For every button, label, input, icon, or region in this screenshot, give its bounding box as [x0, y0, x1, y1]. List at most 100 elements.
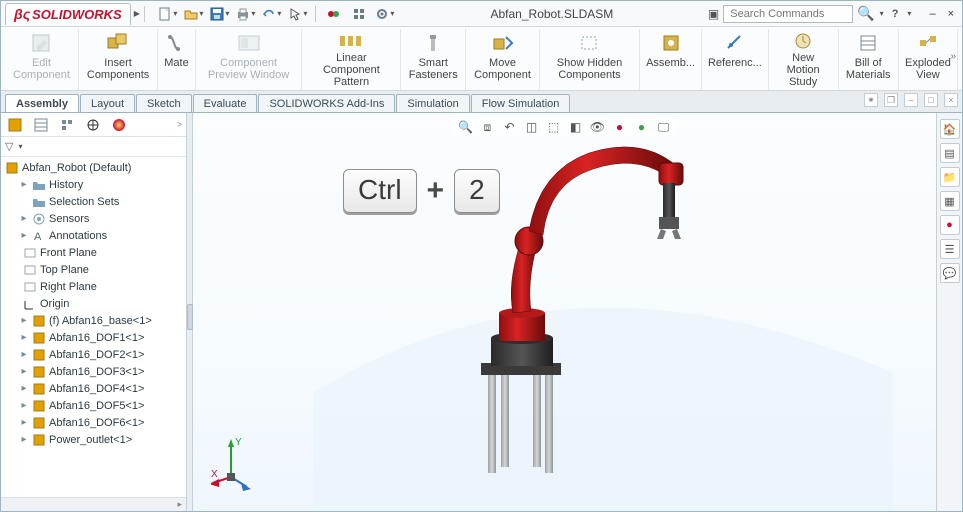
mate-button[interactable]: Mate — [158, 29, 195, 90]
insert-components-button[interactable]: Insert Components — [79, 29, 158, 90]
taskpane-forum-icon[interactable]: 💬 — [940, 263, 960, 283]
select-button[interactable]: ▾ — [287, 4, 309, 24]
component-preview-label: Component Preview Window — [204, 57, 294, 81]
tree-filter-row[interactable]: ▽▾ — [1, 137, 186, 157]
taskpane-library-icon[interactable]: 📁 — [940, 167, 960, 187]
tree-tab-config-icon[interactable] — [57, 116, 77, 134]
taskpane-resources-icon[interactable]: ▤ — [940, 143, 960, 163]
tab-layout[interactable]: Layout — [80, 94, 135, 112]
minimize-button[interactable]: – — [925, 8, 939, 20]
edit-component-label: Edit Component — [13, 57, 70, 81]
tab-addins[interactable]: SOLIDWORKS Add-Ins — [258, 94, 395, 112]
undo-button[interactable]: ▾ — [261, 4, 283, 24]
tree-top-plane[interactable]: Top Plane — [3, 261, 186, 278]
close-window-icon[interactable]: × — [944, 93, 958, 107]
tree-sensors[interactable]: ▸Sensors — [3, 210, 186, 227]
tree-selection-sets[interactable]: Selection Sets — [3, 193, 186, 210]
maximize-window-icon[interactable]: □ — [924, 93, 938, 107]
tab-evaluate[interactable]: Evaluate — [193, 94, 258, 112]
command-tabstrip: Assembly Layout Sketch Evaluate SOLIDWOR… — [1, 91, 962, 113]
options-grid-button[interactable] — [348, 4, 370, 24]
logo-dropdown-icon[interactable]: ▶ — [134, 9, 140, 18]
document-title: Abfan_Robot.SLDASM — [398, 7, 706, 21]
plus-icon: + — [427, 174, 445, 208]
open-file-button[interactable]: ▾ — [183, 4, 205, 24]
reference-geometry-button[interactable]: Referenc... — [702, 29, 769, 90]
exploded-view-button[interactable]: Exploded View — [899, 29, 958, 90]
plane-icon — [23, 281, 37, 293]
tab-sketch[interactable]: Sketch — [136, 94, 192, 112]
folder-icon — [32, 180, 46, 190]
move-component-button[interactable]: Move Component — [466, 29, 540, 90]
tree-comp-base[interactable]: ▸(f) Abfan16_base<1> — [3, 312, 186, 329]
close-button[interactable]: × — [944, 8, 958, 20]
smart-fasteners-button[interactable]: Smart Fasteners — [401, 29, 466, 90]
taskpane-appearances-icon[interactable]: ● — [940, 215, 960, 235]
linear-pattern-icon — [339, 31, 363, 50]
tree-comp-dof1[interactable]: ▸Abfan16_DOF1<1> — [3, 329, 186, 346]
triad-x-label: X — [211, 469, 218, 480]
help-button[interactable]: ? — [888, 8, 903, 20]
show-hidden-button[interactable]: Show Hidden Components — [540, 29, 640, 90]
tree-comp-dof4[interactable]: ▸Abfan16_DOF4<1> — [3, 380, 186, 397]
bom-button[interactable]: Bill of Materials — [839, 29, 899, 90]
assembly-features-label: Assemb... — [646, 57, 695, 69]
brand-label: SOLIDWORKS — [32, 7, 122, 22]
tree-root[interactable]: Abfan_Robot (Default) — [3, 159, 186, 176]
assembly-icon — [5, 162, 19, 174]
exploded-view-label: Exploded View — [905, 57, 951, 81]
print-button[interactable]: ▾ — [235, 4, 257, 24]
minimize-window-icon[interactable]: – — [904, 93, 918, 107]
tree-origin[interactable]: Origin — [3, 295, 186, 312]
settings-gear-button[interactable]: ▾ — [374, 4, 396, 24]
tree-tab-dimxpert-icon[interactable] — [83, 116, 103, 134]
ribbon-overflow-icon[interactable]: » — [950, 51, 956, 62]
taskpane-home-icon[interactable]: 🏠 — [940, 119, 960, 139]
tree-comp-dof6[interactable]: ▸Abfan16_DOF6<1> — [3, 414, 186, 431]
search-input-field[interactable] — [728, 7, 848, 21]
assembly-features-button[interactable]: Assemb... — [640, 29, 702, 90]
tree-comp-power[interactable]: ▸Power_outlet<1> — [3, 431, 186, 448]
part-icon — [32, 315, 46, 327]
taskpane-custom-props-icon[interactable]: ☰ — [940, 239, 960, 259]
tree-right-plane[interactable]: Right Plane — [3, 278, 186, 295]
reference-geometry-label: Referenc... — [708, 57, 762, 69]
tab-simulation[interactable]: Simulation — [396, 94, 469, 112]
new-file-button[interactable]: ▾ — [157, 4, 179, 24]
tree-tab-display-icon[interactable] — [109, 116, 129, 134]
search-drop-icon[interactable]: ▾ — [880, 9, 884, 18]
part-icon — [32, 349, 46, 361]
restore-window-icon[interactable]: ❐ — [884, 93, 898, 107]
tree-front-plane[interactable]: Front Plane — [3, 244, 186, 261]
save-button[interactable]: ▾ — [209, 4, 231, 24]
tree-history[interactable]: ▸History — [3, 176, 186, 193]
taskpane-view-palette-icon[interactable]: ▦ — [940, 191, 960, 211]
taskpane-tabs: 🏠 ▤ 📁 ▦ ● ☰ 💬 — [936, 113, 962, 511]
new-motion-study-button[interactable]: New Motion Study — [769, 29, 839, 90]
tree-tab-property-icon[interactable] — [31, 116, 51, 134]
help-drop-icon[interactable]: ▾ — [907, 9, 911, 18]
feature-tree[interactable]: Abfan_Robot (Default) ▸History Selection… — [1, 157, 186, 497]
tab-assembly[interactable]: Assembly — [5, 94, 79, 112]
tree-iconbar-overflow-icon[interactable]: > — [177, 120, 182, 129]
search-icon[interactable]: 🔍 — [857, 5, 874, 22]
tab-flow-simulation[interactable]: Flow Simulation — [471, 94, 571, 112]
tree-tab-feature-icon[interactable] — [5, 116, 25, 134]
search-commands-input[interactable] — [723, 5, 853, 23]
workspace: > ▽▾ Abfan_Robot (Default) ▸History Sele… — [1, 113, 962, 511]
rebuild-button[interactable] — [322, 4, 344, 24]
pushpin-icon[interactable]: ⁕ — [864, 93, 878, 107]
tree-annotations[interactable]: ▸AAnnotations — [3, 227, 186, 244]
triad-y-label: Y — [235, 437, 242, 448]
solidworks-logo-tab[interactable]: βς SOLIDWORKS — [5, 3, 131, 25]
tree-comp-dof3[interactable]: ▸Abfan16_DOF3<1> — [3, 363, 186, 380]
reference-geometry-icon — [723, 31, 747, 55]
orientation-triad[interactable]: Y X — [211, 433, 271, 493]
separator — [144, 6, 145, 22]
tree-comp-dof5[interactable]: ▸Abfan16_DOF5<1> — [3, 397, 186, 414]
graphics-viewport[interactable]: 🔍 ⧈ ↶ ◫ ⬚ ◧ 👁 ● ● 🖵 — [193, 113, 936, 511]
tree-hscrollbar[interactable]: ▸ — [1, 497, 186, 511]
tree-comp-dof2[interactable]: ▸Abfan16_DOF2<1> — [3, 346, 186, 363]
linear-pattern-button[interactable]: Linear Component Pattern — [302, 29, 401, 90]
edit-component-icon — [29, 31, 53, 55]
